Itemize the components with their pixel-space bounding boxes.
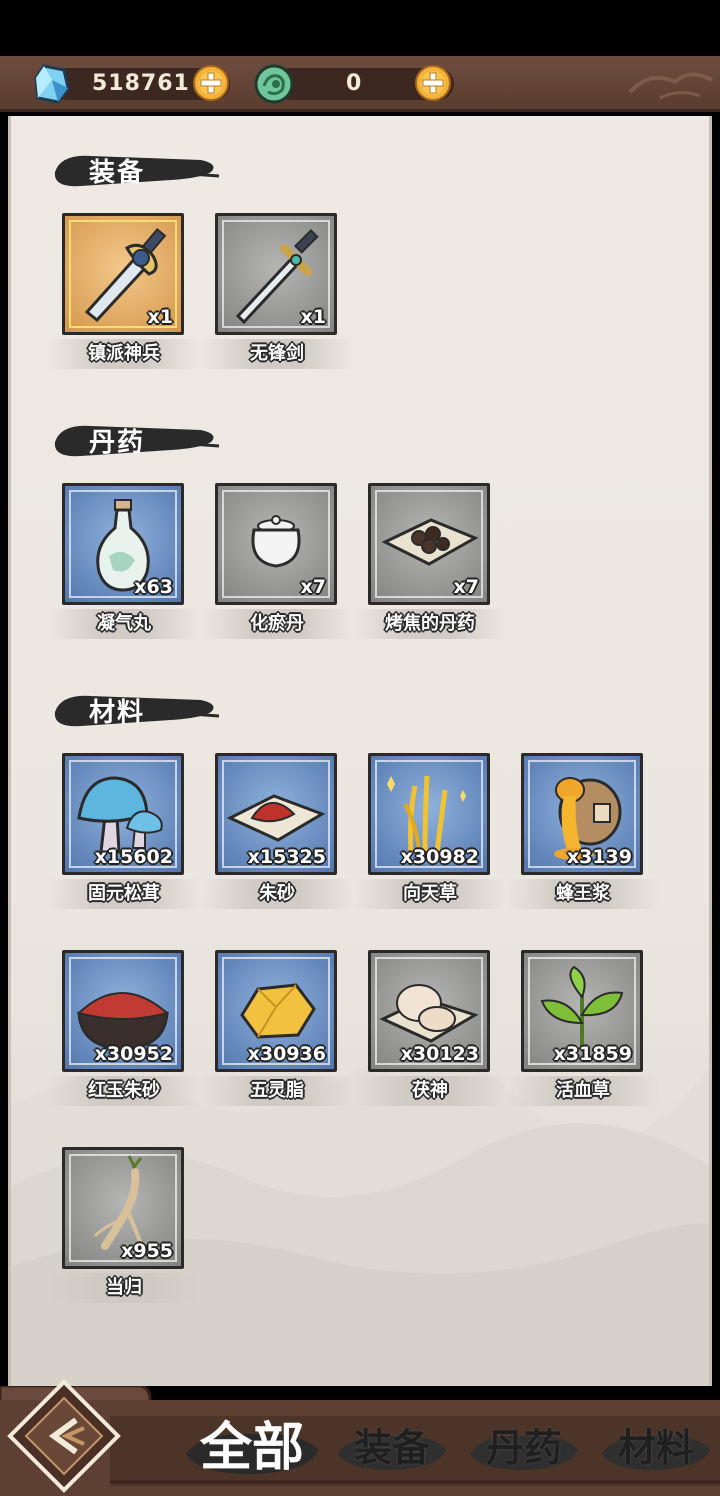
item-frame: x1 [215, 213, 337, 335]
item-count: x7 [300, 576, 326, 598]
item-count: x15602 [94, 846, 173, 868]
item-frame: x30982 [368, 753, 490, 875]
item-count: x63 [134, 576, 173, 598]
status-bar [0, 0, 720, 56]
section-title-label: 丹药 [89, 428, 146, 458]
item-slot[interactable]: x7 烤焦的丹药 [354, 483, 506, 643]
item-name: 化瘀丹 [201, 609, 353, 639]
item-count: x7 [453, 576, 479, 598]
item-count: x3139 [566, 846, 632, 868]
item-frame: x15325 [215, 753, 337, 875]
item-count: x15325 [247, 846, 326, 868]
item-slot[interactable]: x30982 向天草 [354, 753, 506, 913]
item-name: 向天草 [354, 879, 506, 909]
item-name: 五灵脂 [201, 1076, 353, 1106]
section-title-equipment: 装备 [51, 148, 221, 194]
tab-label: 装备 [353, 1425, 430, 1470]
item-count: x1 [300, 306, 326, 328]
item-frame: x3139 [521, 753, 643, 875]
item-count: x30936 [247, 1043, 326, 1065]
item-name: 凝气丸 [48, 609, 200, 639]
item-slot[interactable]: x7 化瘀丹 [201, 483, 353, 643]
item-frame: x31859 [521, 950, 643, 1072]
currency-bar: 518761 0 [0, 56, 720, 112]
item-name: 当归 [48, 1273, 200, 1303]
item-slot[interactable]: x1 无锋剑 [201, 213, 353, 373]
jade-value: 0 [346, 71, 363, 96]
section-title-materials: 材料 [51, 688, 221, 734]
item-slot[interactable]: x30936 五灵脂 [201, 950, 353, 1110]
tab-label: 丹药 [485, 1425, 562, 1470]
add-spirit-stone-button[interactable] [192, 64, 230, 102]
section-title-label: 装备 [89, 158, 146, 188]
item-name: 蜂王浆 [507, 879, 659, 909]
item-slot[interactable]: x63 凝气丸 [48, 483, 200, 643]
item-frame: x15602 [62, 753, 184, 875]
item-count: x1 [147, 306, 173, 328]
item-count: x31859 [553, 1043, 632, 1065]
tab-all[interactable]: 全部 [182, 1416, 322, 1488]
item-frame: x63 [62, 483, 184, 605]
item-name: 红玉朱砂 [48, 1076, 200, 1106]
inventory-panel[interactable]: 装备 丹药 材料 x1 镇派神兵 x1 无锋剑 x63 凝气丸 x7 化瘀丹 x… [8, 116, 712, 1386]
item-slot[interactable]: x30123 茯神 [354, 950, 506, 1110]
add-jade-button[interactable] [414, 64, 452, 102]
item-slot[interactable]: x1 镇派神兵 [48, 213, 200, 373]
item-frame: x1 [62, 213, 184, 335]
green-jade-icon [254, 64, 294, 104]
item-count: x30123 [400, 1043, 479, 1065]
item-frame: x955 [62, 1147, 184, 1269]
item-count: x30982 [400, 846, 479, 868]
item-count: x955 [121, 1240, 173, 1262]
item-name: 茯神 [354, 1076, 506, 1106]
item-count: x30952 [94, 1043, 173, 1065]
item-name: 朱砂 [201, 879, 353, 909]
tab-label: 材料 [617, 1425, 694, 1470]
tab-equipment[interactable]: 装备 [334, 1416, 450, 1488]
section-title-pills: 丹药 [51, 418, 221, 464]
item-name: 烤焦的丹药 [354, 609, 506, 639]
item-slot[interactable]: x31859 活血草 [507, 950, 659, 1110]
menu-diamond-button[interactable] [4, 1376, 124, 1496]
tab-materials[interactable]: 材料 [598, 1416, 714, 1488]
item-name: 镇派神兵 [48, 339, 200, 369]
section-title-label: 材料 [89, 698, 146, 728]
item-name: 无锋剑 [201, 339, 353, 369]
item-slot[interactable]: x15602 固元松茸 [48, 753, 200, 913]
item-name: 活血草 [507, 1076, 659, 1106]
item-slot[interactable]: x30952 红玉朱砂 [48, 950, 200, 1110]
spirit-stone-value: 518761 [92, 71, 190, 96]
item-name: 固元松茸 [48, 879, 200, 909]
blue-crystal-icon [34, 64, 70, 104]
item-frame: x30936 [215, 950, 337, 1072]
tab-pills[interactable]: 丹药 [466, 1416, 582, 1488]
item-frame: x7 [215, 483, 337, 605]
item-frame: x30123 [368, 950, 490, 1072]
item-frame: x30952 [62, 950, 184, 1072]
item-frame: x7 [368, 483, 490, 605]
item-slot[interactable]: x955 当归 [48, 1147, 200, 1307]
item-slot[interactable]: x3139 蜂王浆 [507, 753, 659, 913]
tab-label: 全部 [199, 1417, 304, 1478]
cloud-decoration [628, 72, 713, 100]
item-slot[interactable]: x15325 朱砂 [201, 753, 353, 913]
bottom-nav: 全部 装备 丹药 材料 [0, 1379, 720, 1496]
